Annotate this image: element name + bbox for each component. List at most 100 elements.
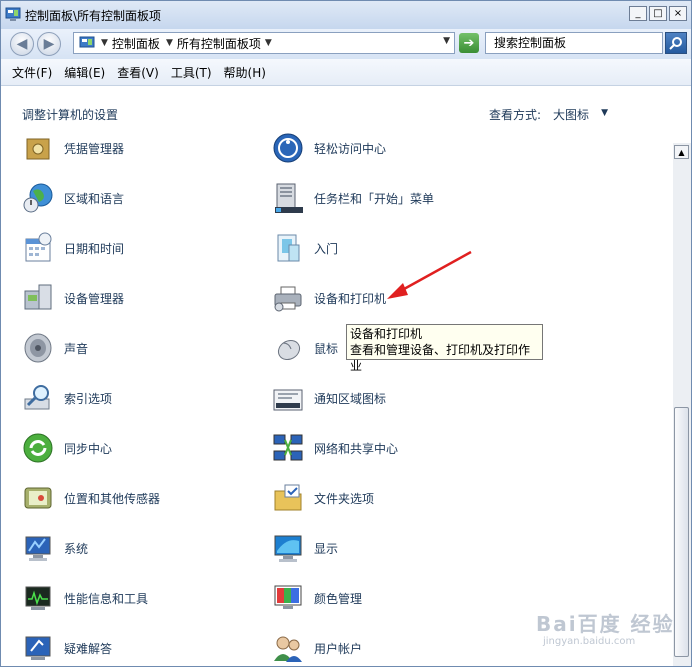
- search-input[interactable]: 搜索控制面板: [485, 32, 663, 54]
- cp-item-sound[interactable]: 声音: [21, 328, 88, 368]
- content-area: 调整计算机的设置 查看方式: 大图标 ▼ ▲ 凭据管理器 区域和语言 日期和时间…: [1, 86, 691, 666]
- title-bar[interactable]: 控制面板\所有控制面板项 _ □ ×: [1, 1, 691, 29]
- vertical-scrollbar[interactable]: ▲: [673, 143, 691, 666]
- performance-monitor-icon: [25, 586, 51, 610]
- mouse-icon: [277, 339, 301, 361]
- navigation-bar: ◀ ▶ ▼ 控制面板 ▼ 所有控制面板项 ▼ ▼ ➔ 搜索控制面板: [1, 29, 691, 59]
- view-mode: 查看方式: 大图标 ▼: [489, 106, 608, 123]
- cp-item-getting-started[interactable]: 入门: [271, 228, 338, 268]
- cp-item-date-time[interactable]: 日期和时间: [21, 228, 124, 268]
- calendar-clock-icon: [25, 232, 52, 262]
- cp-item-sync-center[interactable]: 同步中心: [21, 428, 112, 468]
- cp-item-network-sharing[interactable]: 网络和共享中心: [271, 428, 398, 468]
- minimize-button[interactable]: _: [629, 6, 647, 21]
- cp-item-troubleshooting[interactable]: 疑难解答: [21, 628, 113, 666]
- cp-item-label: 轻松访问中心: [314, 141, 387, 156]
- cp-item-system[interactable]: 系统: [21, 528, 88, 568]
- breadcrumb-chevron-icon[interactable]: ▼: [166, 38, 173, 48]
- breadcrumb-item[interactable]: 控制面板: [112, 35, 160, 52]
- network-icon: [273, 434, 303, 461]
- maximize-button[interactable]: □: [649, 6, 667, 21]
- cp-item-label: 显示: [314, 541, 339, 556]
- menu-view[interactable]: 查看(V): [117, 64, 159, 81]
- cp-item-label: 日期和时间: [64, 241, 125, 256]
- cp-item-credential-manager[interactable]: 凭据管理器: [21, 128, 124, 168]
- refresh-button[interactable]: ➔: [459, 33, 479, 53]
- cp-item-label: 鼠标: [314, 341, 339, 356]
- cp-item-label: 设备和打印机: [314, 291, 387, 306]
- cp-item-label: 区域和语言: [64, 191, 125, 206]
- speaker-icon: [24, 333, 52, 363]
- search-button[interactable]: [665, 32, 687, 54]
- color-management-icon: [274, 585, 302, 609]
- tooltip: 设备和打印机 查看和管理设备、打印机及打印作业: [346, 324, 543, 373]
- taskbar-icon: [275, 183, 303, 213]
- breadcrumb-chevron-icon[interactable]: ▼: [101, 38, 108, 48]
- cp-item-ease-of-access[interactable]: 轻松访问中心: [271, 128, 386, 168]
- sync-icon: [23, 433, 53, 463]
- cp-item-devices-printers[interactable]: 设备和打印机: [271, 278, 386, 318]
- cp-item-indexing-options[interactable]: 索引选项: [21, 378, 112, 418]
- cp-item-label: 位置和其他传感器: [64, 491, 161, 506]
- folder-options-icon: [274, 484, 302, 511]
- breadcrumb-item[interactable]: 所有控制面板项: [177, 35, 261, 52]
- ease-of-access-icon: [273, 133, 303, 163]
- troubleshooting-icon: [25, 636, 51, 660]
- cp-item-label: 声音: [64, 341, 89, 356]
- chevron-down-icon[interactable]: ▼: [601, 108, 608, 123]
- cp-item-taskbar-start[interactable]: 任务栏和「开始」菜单: [271, 178, 434, 218]
- control-panel-window: 控制面板\所有控制面板项 _ □ × ◀ ▶ ▼ 控制面板 ▼ 所有控制面板项 ▼ ▼…: [0, 0, 692, 667]
- cp-item-label: 文件夹选项: [314, 491, 375, 506]
- menu-tools[interactable]: 工具(T): [171, 64, 212, 81]
- cp-item-label: 入门: [314, 241, 339, 256]
- cp-item-label: 性能信息和工具: [64, 591, 149, 606]
- address-bar[interactable]: ▼ 控制面板 ▼ 所有控制面板项 ▼ ▼: [73, 32, 455, 54]
- cp-item-label: 索引选项: [64, 391, 113, 406]
- cp-item-color-management[interactable]: 颜色管理: [271, 578, 362, 618]
- cp-item-label: 凭据管理器: [64, 141, 125, 156]
- close-button[interactable]: ×: [669, 6, 687, 21]
- cp-item-performance[interactable]: 性能信息和工具: [21, 578, 148, 618]
- tooltip-description: 查看和管理设备、打印机及打印作业: [350, 343, 531, 373]
- scroll-thumb[interactable]: [674, 407, 689, 657]
- forward-button[interactable]: ▶: [37, 32, 61, 56]
- back-button[interactable]: ◀: [10, 32, 34, 56]
- menu-edit[interactable]: 编辑(E): [64, 64, 105, 81]
- window-title: 控制面板\所有控制面板项: [25, 9, 162, 23]
- magnifier-icon: [24, 385, 50, 410]
- cp-item-folder-options[interactable]: 文件夹选项: [271, 478, 374, 518]
- cp-item-location-sensors[interactable]: 位置和其他传感器: [21, 478, 160, 518]
- system-monitor-icon: [25, 536, 51, 561]
- address-dropdown-icon[interactable]: ▼: [443, 36, 450, 46]
- notification-area-icon: [273, 389, 303, 411]
- devices-printers-icon: [274, 286, 302, 312]
- cp-item-label: 颜色管理: [314, 591, 363, 606]
- annotation-arrow-icon: [387, 250, 472, 299]
- location-sensor-icon: [24, 487, 52, 509]
- cp-item-label: 任务栏和「开始」菜单: [314, 191, 435, 206]
- cp-item-display[interactable]: 显示: [271, 528, 338, 568]
- cp-item-mouse[interactable]: 鼠标: [271, 328, 338, 368]
- cp-item-label: 疑难解答: [64, 641, 113, 656]
- view-mode-label: 查看方式:: [489, 108, 542, 122]
- getting-started-icon: [277, 234, 300, 262]
- breadcrumb-chevron-icon[interactable]: ▼: [265, 38, 272, 48]
- cp-item-notification-icons[interactable]: 通知区域图标: [271, 378, 386, 418]
- control-panel-icon: [79, 36, 95, 48]
- cp-item-device-manager[interactable]: 设备管理器: [21, 278, 124, 318]
- cp-item-user-accounts[interactable]: 用户帐户: [271, 628, 363, 666]
- page-title: 调整计算机的设置: [22, 108, 119, 122]
- watermark-brand: Bai百度 经验: [536, 612, 675, 636]
- menu-file[interactable]: 文件(F): [12, 64, 52, 81]
- menu-help[interactable]: 帮助(H): [224, 64, 266, 81]
- cp-item-label: 系统: [64, 541, 89, 556]
- cp-item-label: 用户帐户: [314, 641, 363, 656]
- view-mode-select[interactable]: 大图标: [553, 106, 589, 123]
- device-manager-icon: [24, 284, 52, 310]
- globe-clock-icon: [23, 183, 53, 213]
- scroll-up-button[interactable]: ▲: [674, 145, 689, 159]
- cp-item-label: 通知区域图标: [314, 391, 387, 406]
- tooltip-title: 设备和打印机: [350, 327, 423, 341]
- watermark-url: jingyan.baidu.com: [543, 636, 636, 647]
- cp-item-region-language[interactable]: 区域和语言: [21, 178, 124, 218]
